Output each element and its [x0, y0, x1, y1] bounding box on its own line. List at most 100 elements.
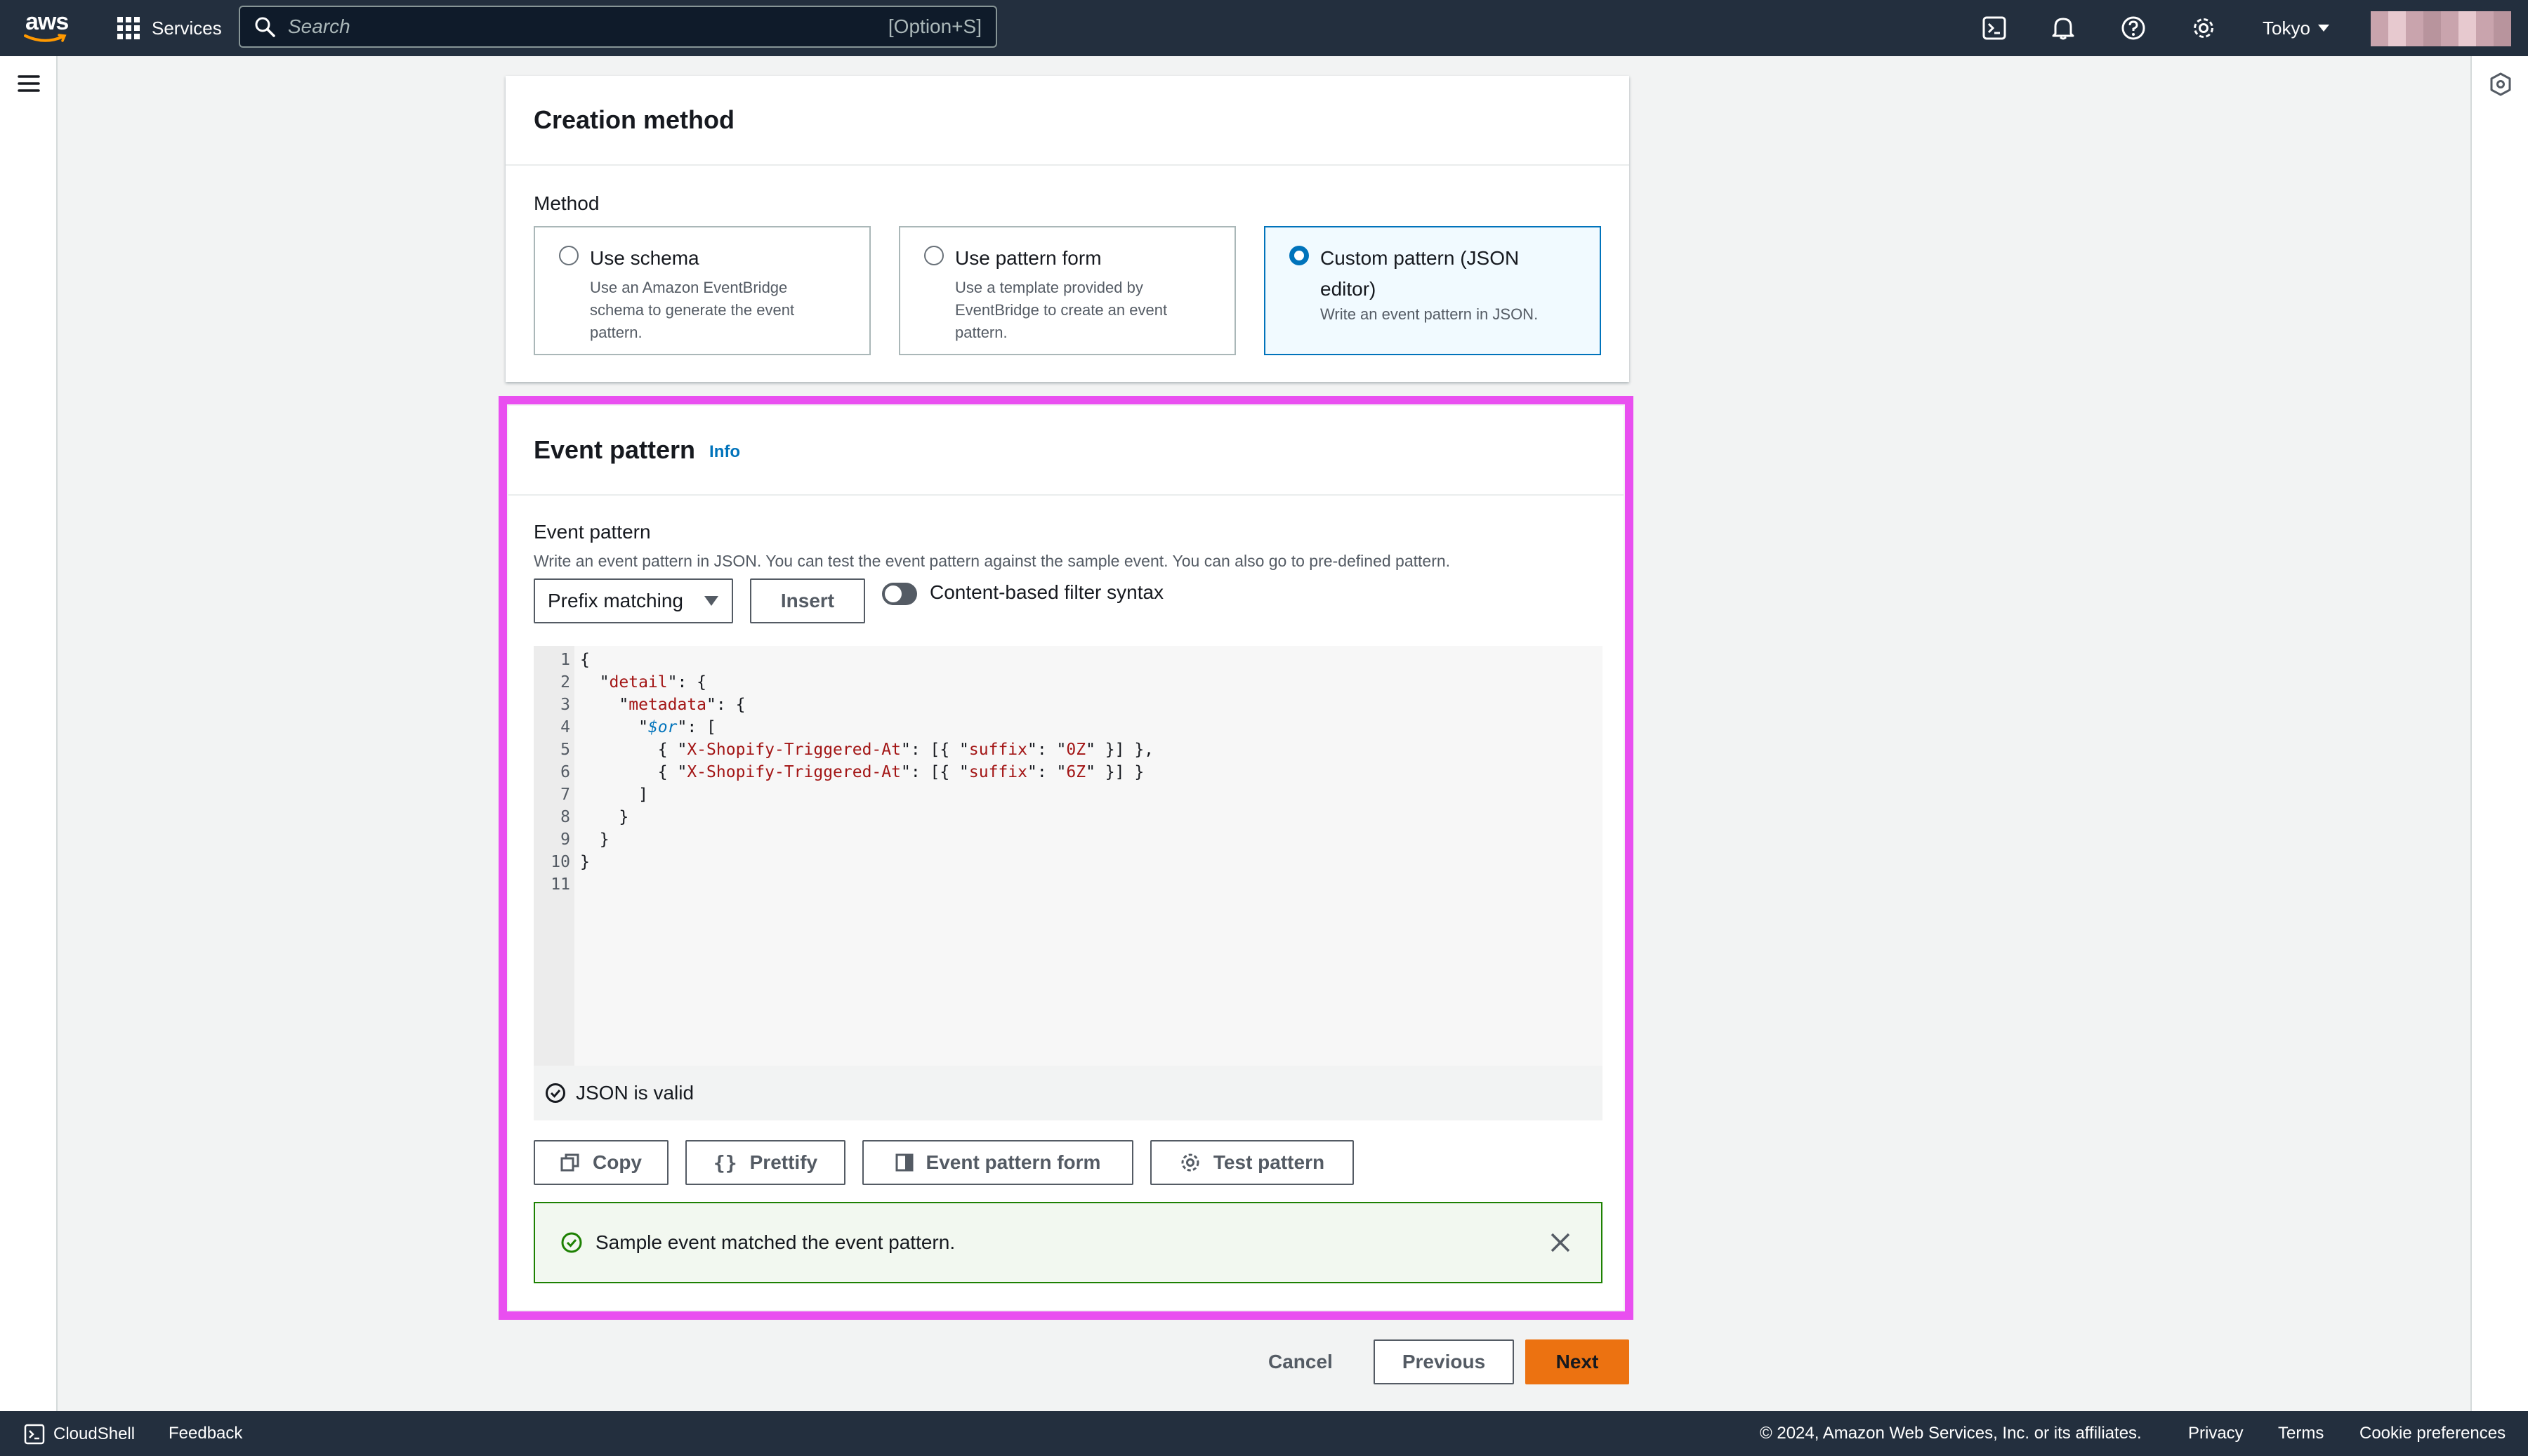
line-number: 3 — [560, 696, 570, 714]
method-tile-use-schema[interactable]: Use schema Use an Amazon EventBridge sch… — [534, 226, 871, 355]
radio-use-pattern-form[interactable] — [924, 246, 944, 265]
services-menu-button[interactable]: Services — [117, 13, 222, 44]
method-label: Method — [534, 192, 600, 214]
cancel-button[interactable]: Cancel — [1268, 1341, 1333, 1383]
json-validation-bar: JSON is valid — [534, 1066, 1602, 1120]
line-number: 10 — [551, 853, 570, 871]
creation-method-title: Creation method — [534, 105, 735, 134]
method-title-custom-pattern: Custom pattern (JSON editor) — [1320, 247, 1520, 300]
search-box[interactable]: [Option+S] — [239, 6, 997, 48]
code-line: "metadata": { — [580, 696, 746, 714]
line-number: 6 — [560, 763, 570, 781]
test-pattern-label: Test pattern — [1213, 1151, 1325, 1173]
method-desc-use-pattern-form: Use a template provided by EventBridge t… — [955, 279, 1168, 341]
cloudshell-label: CloudShell — [53, 1424, 136, 1443]
radio-custom-pattern[interactable] — [1289, 246, 1309, 265]
method-desc-use-schema: Use an Amazon EventBridge schema to gene… — [590, 279, 795, 341]
test-pattern-button[interactable]: Test pattern — [1150, 1140, 1354, 1185]
code-line: } — [580, 830, 610, 849]
prettify-button[interactable]: {} Prettify — [685, 1140, 845, 1185]
code-line: { — [580, 651, 590, 669]
left-navigation-rail — [0, 56, 58, 1411]
braces-icon: {} — [713, 1151, 737, 1174]
method-desc-custom-pattern: Write an event pattern in JSON. — [1320, 305, 1539, 323]
insert-button[interactable]: Insert — [750, 578, 865, 623]
method-title-use-schema: Use schema — [590, 247, 699, 269]
cloudshell-footer-button[interactable]: CloudShell — [24, 1424, 135, 1445]
hamburger-menu-icon[interactable] — [17, 73, 41, 94]
aws-logo[interactable]: aws — [24, 8, 72, 46]
tools-panel-icon[interactable] — [2489, 72, 2513, 97]
line-number: 2 — [560, 673, 570, 691]
search-shortcut: [Option+S] — [888, 15, 982, 37]
method-tile-use-pattern-form[interactable]: Use pattern form Use a template provided… — [899, 226, 1236, 355]
matching-type-select[interactable]: Prefix matching — [534, 578, 733, 623]
info-link[interactable]: Info — [709, 442, 740, 462]
copy-button[interactable]: Copy — [534, 1140, 669, 1185]
prettify-label: Prettify — [749, 1151, 818, 1173]
line-number: 4 — [560, 718, 570, 736]
creation-method-header: Creation method — [506, 76, 1629, 166]
close-icon[interactable] — [1548, 1230, 1573, 1255]
settings-gear-icon[interactable] — [2188, 13, 2219, 44]
notifications-bell-icon[interactable] — [2048, 13, 2079, 44]
line-number: 1 — [560, 651, 570, 669]
flash-text: Sample event matched the event pattern. — [595, 1231, 956, 1253]
event-pattern-form-label: Event pattern form — [926, 1151, 1101, 1173]
caret-down-icon — [704, 596, 718, 606]
event-pattern-field-label: Event pattern — [534, 521, 651, 543]
privacy-link[interactable]: Privacy — [2188, 1424, 2244, 1443]
next-button[interactable]: Next — [1525, 1339, 1629, 1384]
gear-icon — [1181, 1153, 1199, 1172]
content-filter-label: Content-based filter syntax — [930, 581, 1164, 603]
region-selector[interactable]: Tokyo — [2263, 14, 2330, 42]
grid-icon — [117, 17, 140, 39]
method-tile-custom-pattern[interactable]: Custom pattern (JSON editor) Write an ev… — [1264, 226, 1601, 355]
line-number: 9 — [560, 830, 570, 849]
code-line: ] — [580, 786, 648, 804]
account-menu-redacted[interactable] — [2371, 11, 2511, 46]
code-line: "detail": { — [580, 673, 707, 691]
copy-icon — [560, 1153, 579, 1172]
form-panel-icon — [895, 1153, 914, 1172]
region-label: Tokyo — [2263, 17, 2310, 39]
line-number-gutter: 1 2 3 4 5 6 7 8 9 10 11 — [534, 646, 574, 1066]
creation-method-panel: Creation method Method Use schema Use an… — [506, 76, 1629, 382]
search-icon — [255, 17, 275, 37]
search-input[interactable] — [275, 15, 888, 38]
method-title-use-pattern-form: Use pattern form — [955, 247, 1102, 269]
services-label: Services — [152, 17, 222, 39]
terms-link[interactable]: Terms — [2278, 1424, 2324, 1443]
success-flash-message: Sample event matched the event pattern. — [534, 1202, 1602, 1283]
event-pattern-form-button[interactable]: Event pattern form — [862, 1140, 1133, 1185]
aws-logo-text: aws — [25, 8, 69, 35]
radio-use-schema[interactable] — [559, 246, 579, 265]
copyright-text: © 2024, Amazon Web Services, Inc. or its… — [1760, 1424, 2142, 1443]
caret-down-icon — [2317, 25, 2329, 32]
cookie-preferences-link[interactable]: Cookie preferences — [2359, 1424, 2506, 1443]
code-line: { "X-Shopify-Triggered-At": [{ "suffix":… — [580, 763, 1145, 781]
json-code-editor[interactable]: 1 2 3 4 5 6 7 8 9 10 11 { "detail": { "metadata": … — [534, 646, 1602, 1066]
help-icon[interactable] — [2118, 13, 2149, 44]
content-filter-toggle[interactable] — [882, 583, 917, 605]
matching-type-value: Prefix matching — [548, 590, 683, 611]
right-tools-rail — [2470, 56, 2528, 1411]
line-number: 11 — [551, 875, 570, 894]
aws-smile-icon — [24, 34, 67, 42]
code-line: } — [580, 808, 629, 826]
copy-label: Copy — [593, 1151, 642, 1173]
event-pattern-title: Event pattern — [534, 435, 696, 464]
code-line: "$or": [ — [580, 718, 716, 736]
code-line: } — [580, 853, 590, 871]
code-content[interactable]: { "detail": { "metadata": { "$or": [ { "… — [580, 649, 1154, 896]
footer-bar: CloudShell Feedback © 2024, Amazon Web S… — [0, 1411, 2528, 1456]
line-numbers: 1 2 3 4 5 6 7 8 9 10 11 — [534, 649, 570, 896]
previous-button[interactable]: Previous — [1374, 1339, 1514, 1384]
feedback-link[interactable]: Feedback — [169, 1424, 242, 1443]
line-number: 7 — [560, 786, 570, 804]
line-number: 5 — [560, 741, 570, 759]
event-pattern-header: Event pattern Info — [508, 406, 1624, 496]
cloudshell-icon[interactable] — [1979, 13, 2010, 44]
line-number: 8 — [560, 808, 570, 826]
